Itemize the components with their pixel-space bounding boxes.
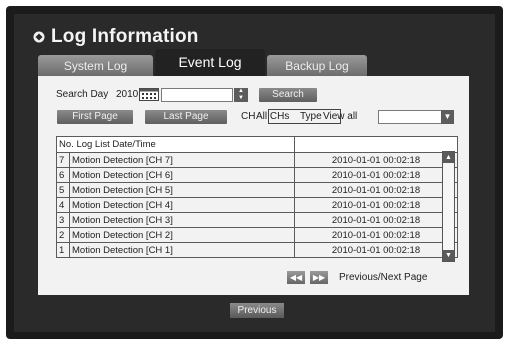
search-date-input[interactable]	[161, 88, 233, 102]
previous-button[interactable]: Previous	[230, 303, 284, 318]
row-datetime: 2010-01-01 00:02:18	[294, 152, 458, 168]
row-event: Motion Detection [CH 6]	[69, 167, 295, 183]
table-row[interactable]: 2 Motion Detection [CH 2] 2010-01-01 00:…	[56, 227, 458, 243]
table-header-blank	[294, 136, 458, 153]
search-day-label: Search Day	[56, 89, 109, 100]
row-event: Motion Detection [CH 3]	[69, 212, 295, 228]
scroll-up-icon[interactable]: ▲	[443, 152, 454, 163]
row-datetime: 2010-01-01 00:02:18	[294, 227, 458, 243]
table-row[interactable]: 7 Motion Detection [CH 7] 2010-01-01 00:…	[56, 152, 458, 168]
table-row[interactable]: 4 Motion Detection [CH 4] 2010-01-01 00:…	[56, 197, 458, 213]
first-page-button[interactable]: First Page	[57, 110, 133, 124]
row-event: Motion Detection [CH 4]	[69, 197, 295, 213]
row-event: Motion Detection [CH 7]	[69, 152, 295, 168]
event-log-table: No. Log List Date/Time 7 Motion Detectio…	[56, 136, 458, 258]
row-no: 7	[56, 152, 70, 168]
header-log-list: Log List	[76, 139, 110, 150]
row-no: 3	[56, 212, 70, 228]
tab-backup-log[interactable]: Backup Log	[267, 55, 367, 76]
row-no: 1	[56, 242, 70, 258]
tab-event-log[interactable]: Event Log	[155, 49, 265, 76]
last-page-button[interactable]: Last Page	[145, 110, 227, 124]
chevron-down-icon[interactable]: ▼	[441, 110, 454, 124]
table-row[interactable]: 6 Motion Detection [CH 6] 2010-01-01 00:…	[56, 167, 458, 183]
row-datetime: 2010-01-01 00:02:18	[294, 182, 458, 198]
type-label: Type	[300, 111, 322, 122]
spinner-arrows-icon[interactable]: ▲ ▼	[234, 88, 248, 102]
fast-forward-icon[interactable]: ▶▶	[310, 271, 328, 284]
rewind-icon[interactable]: ◀◀	[287, 271, 305, 284]
tab-system-log[interactable]: System Log	[38, 55, 153, 76]
row-datetime: 2010-01-01 00:02:18	[294, 212, 458, 228]
row-event: Motion Detection [CH 1]	[69, 242, 295, 258]
row-no: 4	[56, 197, 70, 213]
row-datetime: 2010-01-01 00:02:18	[294, 167, 458, 183]
table-row[interactable]: 5 Motion Detection [CH 5] 2010-01-01 00:…	[56, 182, 458, 198]
table-row[interactable]: 3 Motion Detection [CH 3] 2010-01-01 00:…	[56, 212, 458, 228]
scroll-down-icon[interactable]: ▼	[443, 250, 454, 261]
row-event: Motion Detection [CH 2]	[69, 227, 295, 243]
calendar-icon[interactable]	[139, 88, 159, 101]
ch-label: CH	[241, 111, 256, 122]
page-title: Log Information	[51, 26, 199, 47]
row-datetime: 2010-01-01 00:02:18	[294, 197, 458, 213]
table-row[interactable]: 1 Motion Detection [CH 1] 2010-01-01 00:…	[56, 242, 458, 258]
diamond-bullet-icon	[33, 31, 45, 43]
row-event: Motion Detection [CH 5]	[69, 182, 295, 198]
title-row: Log Information	[33, 24, 199, 50]
type-value[interactable]: View all	[323, 111, 357, 122]
table-scrollbar[interactable]: ▲ ▼	[442, 151, 455, 262]
row-no: 5	[56, 182, 70, 198]
row-no: 2	[56, 227, 70, 243]
header-date-time: Date/Time	[112, 139, 156, 150]
search-button[interactable]: Search	[259, 88, 317, 102]
prev-next-page-label: Previous/Next Page	[339, 272, 428, 283]
search-year: 2010	[116, 89, 139, 100]
row-no: 6	[56, 167, 70, 183]
table-header-log-list: No. Log List Date/Time	[56, 136, 295, 153]
table-header-row: No. Log List Date/Time	[56, 136, 458, 153]
header-no: No.	[59, 139, 74, 150]
row-datetime: 2010-01-01 00:02:18	[294, 242, 458, 258]
